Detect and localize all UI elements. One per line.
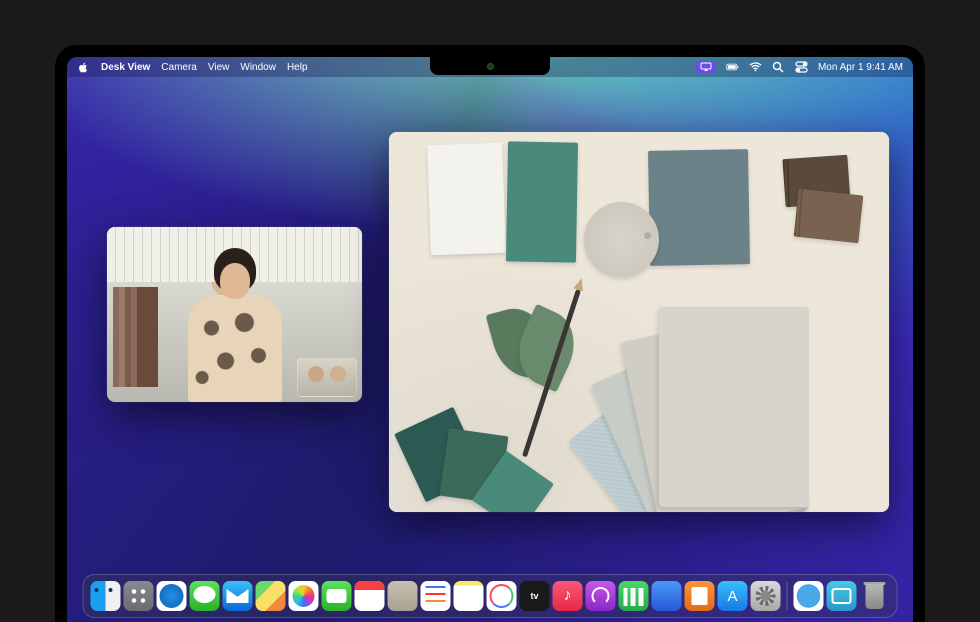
- dock-separator: [787, 582, 788, 610]
- dock-safari[interactable]: [157, 581, 187, 611]
- dock-messages[interactable]: [190, 581, 220, 611]
- dock-freeform[interactable]: [487, 581, 517, 611]
- spotlight-search-icon[interactable]: [772, 61, 785, 74]
- dock-app-store[interactable]: [718, 581, 748, 611]
- dock-tv[interactable]: [520, 581, 550, 611]
- menu-view[interactable]: View: [208, 62, 230, 73]
- dock-reminders[interactable]: [421, 581, 451, 611]
- control-center-icon[interactable]: [795, 61, 808, 74]
- dock-numbers[interactable]: [619, 581, 649, 611]
- dock-notes[interactable]: [454, 581, 484, 611]
- apple-menu-icon[interactable]: [77, 61, 90, 74]
- dock-launchpad[interactable]: [124, 581, 154, 611]
- dock: [83, 574, 898, 618]
- display-notch: [430, 57, 550, 75]
- dock-facetime[interactable]: [322, 581, 352, 611]
- stone-disc-sample: [584, 202, 659, 277]
- dock-pages[interactable]: [685, 581, 715, 611]
- dock-keynote[interactable]: [652, 581, 682, 611]
- dock-maps[interactable]: [256, 581, 286, 611]
- app-name-menu[interactable]: Desk View: [101, 62, 150, 73]
- fabric-swatch-fan: [589, 287, 839, 507]
- facetime-window[interactable]: [107, 227, 362, 402]
- dock-podcasts[interactable]: [586, 581, 616, 611]
- dock-mail[interactable]: [223, 581, 253, 611]
- desk-view-content: [389, 132, 889, 512]
- dock-system-settings[interactable]: [751, 581, 781, 611]
- dock-trash[interactable]: [860, 581, 890, 611]
- swatch-blue-grey: [648, 149, 750, 266]
- screen-mirroring-icon[interactable]: [696, 61, 716, 73]
- swatch-teal: [506, 141, 578, 262]
- swatch-white: [427, 143, 506, 256]
- facetime-pip-video[interactable]: [297, 357, 357, 397]
- dock-finder[interactable]: [91, 581, 121, 611]
- menu-camera[interactable]: Camera: [161, 62, 197, 73]
- dock-downloads[interactable]: [794, 581, 824, 611]
- battery-icon[interactable]: [726, 61, 739, 74]
- menu-window[interactable]: Window: [240, 62, 276, 73]
- dock-desk-view[interactable]: [827, 581, 857, 611]
- dock-calendar[interactable]: [355, 581, 385, 611]
- menubar-datetime[interactable]: Mon Apr 1 9:41 AM: [818, 62, 903, 73]
- dock-photos[interactable]: [289, 581, 319, 611]
- dock-music[interactable]: [553, 581, 583, 611]
- wifi-icon[interactable]: [749, 61, 762, 74]
- dock-contacts[interactable]: [388, 581, 418, 611]
- laptop-frame: Desk View Camera View Window Help: [55, 45, 925, 622]
- swatch-light-wood: [794, 189, 864, 244]
- desktop[interactable]: Desk View Camera View Window Help: [67, 57, 913, 622]
- menu-help[interactable]: Help: [287, 62, 308, 73]
- desk-view-window[interactable]: [389, 132, 889, 512]
